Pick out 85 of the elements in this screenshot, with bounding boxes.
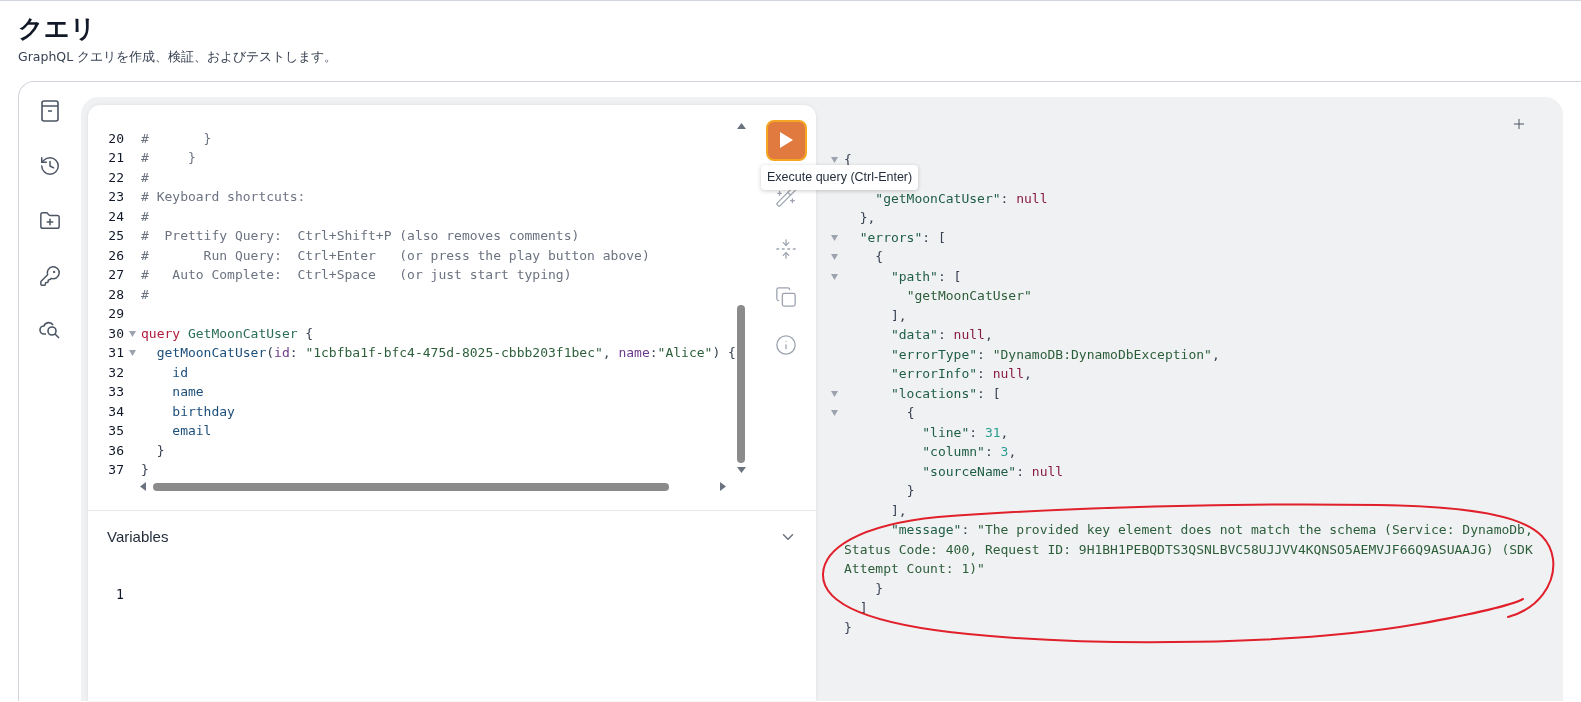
line-number: 31: [107, 344, 124, 363]
fold-arrow-icon[interactable]: [831, 410, 838, 416]
code-line: #: [141, 168, 149, 187]
code-line: }: [155, 441, 165, 460]
line-number: 21: [107, 149, 124, 168]
code-line: # Run Query: Ctrl+Enter (or press the play button above): [141, 246, 650, 265]
code-line: # Auto Complete: Ctrl+Space (or just start typing): [141, 266, 572, 285]
line-number: 28: [107, 285, 124, 304]
json-line: "getMoonCatUser": null: [874, 189, 1049, 208]
line-number: 23: [107, 188, 124, 207]
json-line: "sourceName": null: [921, 462, 1065, 481]
json-line: ],: [889, 306, 908, 325]
json-line: "errors": [: [858, 228, 947, 247]
key-icon[interactable]: [39, 264, 61, 287]
line-number: 25: [107, 227, 124, 246]
fold-arrow-icon[interactable]: [831, 234, 838, 241]
line-number: 22: [107, 168, 124, 187]
code-line: }: [141, 461, 149, 480]
line-number: 33: [107, 383, 124, 402]
play-icon: [779, 132, 793, 149]
code-line: name: [171, 383, 204, 402]
code-line: getMoonCatUser(id: "1cbfba1f-bfc4-475d-8025-cbbb203f1bec", name:"Alice") {: [155, 344, 736, 363]
fold-icon[interactable]: [775, 237, 797, 260]
fold-arrow-icon[interactable]: [129, 330, 136, 337]
line-number: 27: [107, 266, 124, 285]
json-line: "line": 31,: [921, 423, 1010, 442]
cloud-search-icon[interactable]: [39, 319, 61, 340]
page-title: クエリ: [18, 13, 97, 45]
variables-title: Variables: [107, 527, 169, 547]
fold-arrow-icon[interactable]: [831, 273, 838, 280]
code-line: query GetMoonCatUser {: [141, 324, 314, 343]
vertical-scrollbar[interactable]: [736, 122, 746, 473]
fold-arrow-icon[interactable]: [831, 254, 838, 260]
code-line: #: [141, 285, 149, 304]
line-number: 36: [107, 441, 124, 460]
json-line: {: [905, 404, 916, 423]
json-line: }: [905, 482, 916, 501]
horizontal-scrollbar[interactable]: [140, 481, 726, 492]
run-button[interactable]: [765, 119, 807, 161]
code-line: #: [141, 207, 149, 226]
json-line: },: [858, 209, 877, 228]
json-line: }: [844, 618, 853, 637]
json-line: "errorInfo": null,: [889, 365, 1033, 384]
json-line: "errorType": "DynamoDB:DynamoDbException",: [889, 345, 1221, 364]
fold-arrow-icon[interactable]: [831, 156, 838, 163]
line-number: 32: [107, 363, 124, 382]
json-line: {: [874, 248, 885, 267]
fold-arrow-icon[interactable]: [831, 390, 838, 397]
document-icon[interactable]: [40, 99, 60, 122]
json-line: "data": null,: [889, 326, 994, 345]
scroll-left-arrow-icon[interactable]: [140, 482, 146, 492]
info-icon[interactable]: [775, 333, 797, 356]
json-line: "column": 3,: [921, 443, 1018, 462]
line-number: 34: [107, 402, 124, 421]
code-line: id: [171, 363, 188, 382]
line-number: 37: [107, 461, 124, 480]
json-line: "message": "The provided key element does not match the schema (Service: DynamoDb, Status Code: 400, Request ID: 9H1BH1PEBQDTS3QSNLBVC58UJJVV4KQNSO5AEMVJF66Q9ASUAAJG) (SDK Attempt Count: 1)": [844, 521, 1534, 579]
scroll-up-arrow-icon[interactable]: [736, 122, 746, 129]
history-icon[interactable]: [39, 154, 61, 177]
line-number: 1: [115, 585, 124, 604]
json-line: ],: [889, 501, 908, 520]
tooltip: Execute query (Ctrl-Enter): [761, 164, 919, 190]
code-line: # Keyboard shortcuts:: [141, 188, 306, 207]
folder-plus-icon[interactable]: [39, 209, 61, 232]
line-number: 26: [107, 246, 124, 265]
json-line: "getMoonCatUser": [905, 287, 1033, 306]
json-line: "locations": [: [889, 384, 1002, 403]
json-line: "path": [: [889, 267, 963, 286]
line-number: 29: [107, 305, 124, 324]
json-line: }: [874, 579, 885, 598]
scroll-down-arrow-icon[interactable]: [736, 466, 746, 473]
line-number: 30: [107, 324, 124, 343]
page-subtitle: GraphQL クエリを作成、検証、およびテストします。: [18, 48, 339, 66]
code-line: # }: [141, 149, 196, 168]
scroll-right-arrow-icon[interactable]: [720, 482, 726, 492]
line-number: 24: [107, 207, 124, 226]
code-line: # Prettify Query: Ctrl+Shift+P (also removes comments): [141, 227, 580, 246]
code-line: birthday: [171, 402, 235, 421]
line-number: 20: [107, 129, 124, 148]
code-line: # }: [141, 129, 212, 148]
fold-arrow-icon[interactable]: [129, 350, 136, 356]
copy-icon[interactable]: [775, 285, 797, 308]
json-line: ]: [858, 599, 869, 618]
line-number: 35: [107, 422, 124, 441]
code-line: email: [171, 422, 212, 441]
